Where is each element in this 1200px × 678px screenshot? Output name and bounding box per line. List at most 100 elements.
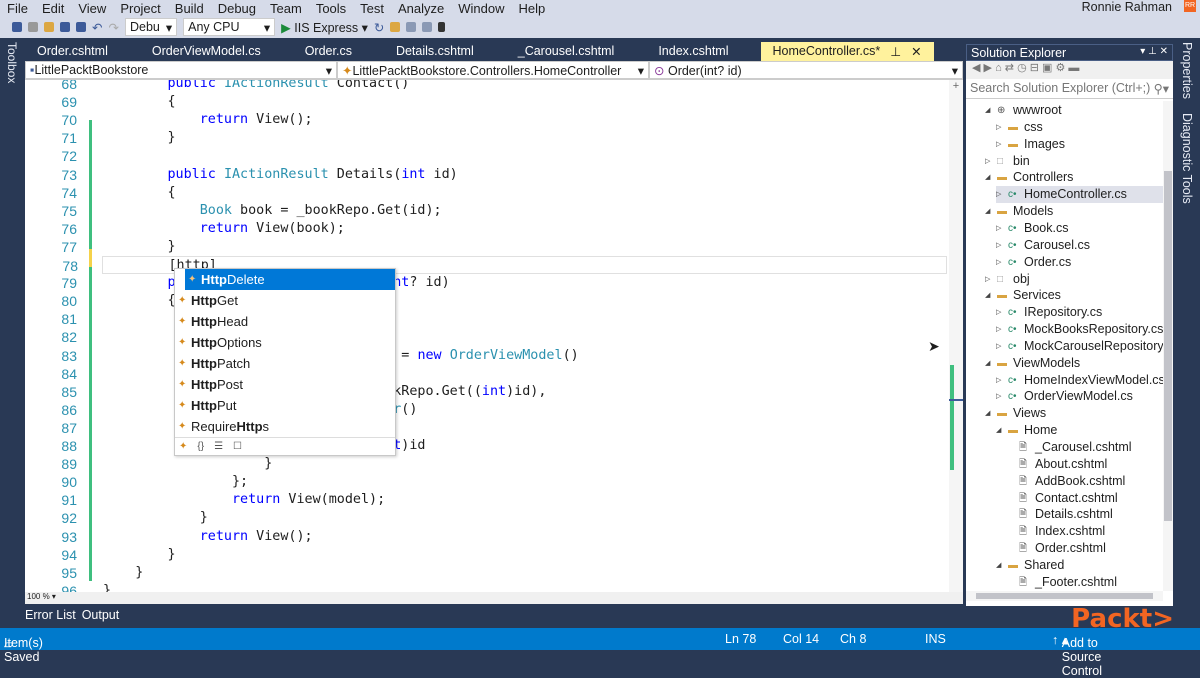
menu-analyze[interactable]: Analyze [391, 1, 451, 16]
collapsed-arrow-icon[interactable]: ▷ [996, 388, 1004, 405]
collapsed-arrow-icon[interactable]: ▷ [996, 321, 1004, 338]
menu-tools[interactable]: Tools [309, 1, 353, 16]
toolbox-strip[interactable]: Toolbox [0, 40, 24, 600]
sync-icon[interactable]: ⇄ [1005, 62, 1014, 74]
user-name[interactable]: Ronnie Rahman [1082, 0, 1172, 14]
menu-file[interactable]: File [0, 1, 35, 16]
forward-icon[interactable]: ▶ [984, 62, 992, 74]
refresh-icon[interactable]: ↻ [374, 20, 384, 35]
tree-item[interactable]: ◢ ▬ Services [985, 287, 1061, 304]
tab-details-cshtml[interactable]: Details.cshtml [384, 42, 486, 61]
filter-snippets-icon[interactable]: ☐ [233, 441, 242, 453]
tree-item[interactable]: ◢ ⊕ wwwroot [985, 102, 1062, 119]
collapsed-arrow-icon[interactable]: ▷ [996, 186, 1004, 203]
code-line[interactable]: 75 Book book = _bookRepo.Get(id); [25, 202, 947, 220]
tree-item[interactable]: ◢ ▬ Views [985, 405, 1046, 422]
code-line[interactable]: 93 return View(); [25, 528, 947, 546]
expanded-arrow-icon[interactable]: ◢ [985, 405, 993, 422]
collapsed-arrow-icon[interactable]: ▷ [996, 136, 1004, 153]
diagnostic-tools-tab[interactable]: Diagnostic Tools [1180, 113, 1194, 204]
tree-item[interactable]: 🗎 About.cshtml [1007, 456, 1107, 473]
indent-icon[interactable] [406, 22, 417, 32]
expanded-arrow-icon[interactable]: ◢ [985, 203, 993, 220]
collapsed-arrow-icon[interactable]: ▷ [996, 372, 1004, 389]
pin-icon[interactable]: ⊥ [890, 44, 901, 59]
tab-index-cshtml[interactable]: Index.cshtml [646, 42, 740, 61]
configuration-select[interactable]: Debu ▾ [124, 18, 178, 36]
tree-horizontal-scrollbar[interactable] [966, 591, 1163, 601]
code-line[interactable]: 94 } [25, 546, 947, 564]
class-dropdown[interactable]: ✦LittlePacktBookstore.Controllers.HomeCo… [337, 61, 649, 79]
tree-item[interactable]: 🗎 Details.cshtml [1007, 506, 1113, 523]
code-line[interactable]: 92 } [25, 509, 947, 527]
code-line[interactable]: 86 Order = new Order() [25, 401, 947, 419]
tree-item[interactable]: ▷ c• Order.cs [996, 254, 1071, 271]
tree-item[interactable]: ▷ c• Carousel.cs [996, 237, 1090, 254]
tab-orderviewmodel-cs[interactable]: OrderViewModel.cs [140, 42, 273, 61]
collapsed-arrow-icon[interactable]: ▷ [996, 220, 1004, 237]
tree-item[interactable]: ▷ c• HomeIndexViewModel.cs [996, 372, 1163, 389]
completion-item[interactable]: ✦ HttpPost [175, 374, 395, 395]
zoom-value[interactable]: 100 % [27, 592, 50, 601]
code-line[interactable]: 83 OrderViewModel model = new OrderViewM… [25, 347, 947, 365]
tree-item[interactable]: ▷ c• Book.cs [996, 220, 1068, 237]
code-line[interactable]: 84 { [25, 365, 947, 383]
code-line[interactable]: 87 { [25, 419, 947, 437]
solution-explorer-search[interactable]: Search Solution Explorer (Ctrl+;) ⚲▾ [966, 79, 1173, 99]
menu-window[interactable]: Window [451, 1, 511, 16]
close-icon[interactable]: ✕ [911, 44, 921, 59]
pin-icon[interactable]: ⊥ [1148, 46, 1157, 57]
tree-item[interactable]: ▷ □ obj [985, 271, 1030, 288]
new-project-icon[interactable] [28, 22, 38, 32]
tree-item[interactable]: ▷ c• MockBooksRepository.cs [996, 321, 1163, 338]
code-editor[interactable]: 68 public IActionResult Contact() 69 {70 … [25, 80, 963, 592]
tree-item[interactable]: ▷ ▬ Images [996, 136, 1065, 153]
code-line[interactable]: 69 { [25, 93, 947, 111]
vertical-scrollbar[interactable] [949, 80, 963, 592]
expanded-arrow-icon[interactable]: ◢ [985, 287, 993, 304]
dropdown-icon[interactable]: ▾ [1140, 46, 1145, 57]
close-icon[interactable]: ✕ [1160, 46, 1168, 57]
save-icon[interactable] [60, 22, 70, 32]
tree-item[interactable]: 🗎 Order.cshtml [1007, 540, 1106, 557]
completion-item[interactable]: ✦ HttpOptions [175, 332, 395, 353]
show-all-icon[interactable]: ▣ [1042, 62, 1052, 74]
undo-icon[interactable]: ↶ [92, 20, 102, 35]
completion-item[interactable]: ✦ HttpPatch [175, 353, 395, 374]
code-line[interactable]: 85 Book = this._bookRepo.Get((int)id), [25, 383, 947, 401]
code-line[interactable]: 80 { [25, 292, 947, 310]
project-dropdown[interactable]: ▪LittlePacktBookstore ▾ [25, 61, 337, 79]
menu-help[interactable]: Help [512, 1, 553, 16]
code-line[interactable]: 71 } [25, 129, 947, 147]
completion-item[interactable]: ✦ HttpGet [175, 290, 395, 311]
tree-item[interactable]: ◢ ▬ Models [985, 203, 1053, 220]
expanded-arrow-icon[interactable]: ◢ [985, 355, 993, 372]
completion-item[interactable]: ✦ RequireHttps [175, 416, 395, 437]
tree-item[interactable]: 🗎 Contact.cshtml [1007, 490, 1118, 507]
avatar[interactable]: RR [1184, 0, 1196, 12]
code-line[interactable]: 96} [25, 582, 947, 592]
tree-item[interactable]: ◢ ▬ Home [996, 422, 1057, 439]
code-line[interactable]: 68 public IActionResult Contact() [25, 80, 947, 93]
code-line[interactable]: 89 } [25, 455, 947, 473]
properties-tab[interactable]: Properties [1180, 42, 1194, 99]
properties-icon[interactable]: ⚙ [1055, 62, 1065, 74]
collapsed-arrow-icon[interactable]: ▷ [985, 153, 993, 170]
tab-order-cs[interactable]: Order.cs [293, 42, 364, 61]
menu-team[interactable]: Team [263, 1, 309, 16]
horizontal-scrollbar[interactable]: 100 % ▾ [25, 592, 963, 604]
filter-namespaces-icon[interactable]: {} [197, 441, 204, 453]
search-icon[interactable]: ⚲▾ [1154, 81, 1169, 96]
tree-item[interactable]: ▷ c• HomeController.cs [996, 186, 1163, 204]
add-to-source-control-button[interactable]: ↑ Add to Source Control ▴ [1052, 632, 1102, 678]
menu-edit[interactable]: Edit [35, 1, 71, 16]
scroll-thumb[interactable] [1164, 171, 1172, 521]
menu-test[interactable]: Test [353, 1, 391, 16]
menu-build[interactable]: Build [168, 1, 211, 16]
expanded-arrow-icon[interactable]: ◢ [996, 557, 1004, 574]
tree-vertical-scrollbar[interactable] [1163, 101, 1173, 591]
save-all-icon[interactable] [76, 22, 86, 32]
tree-item[interactable]: 🗎 Index.cshtml [1007, 523, 1105, 540]
tree-item[interactable]: 🗎 _Carousel.cshtml [1007, 439, 1132, 456]
home-icon[interactable]: ⌂ [995, 62, 1002, 74]
